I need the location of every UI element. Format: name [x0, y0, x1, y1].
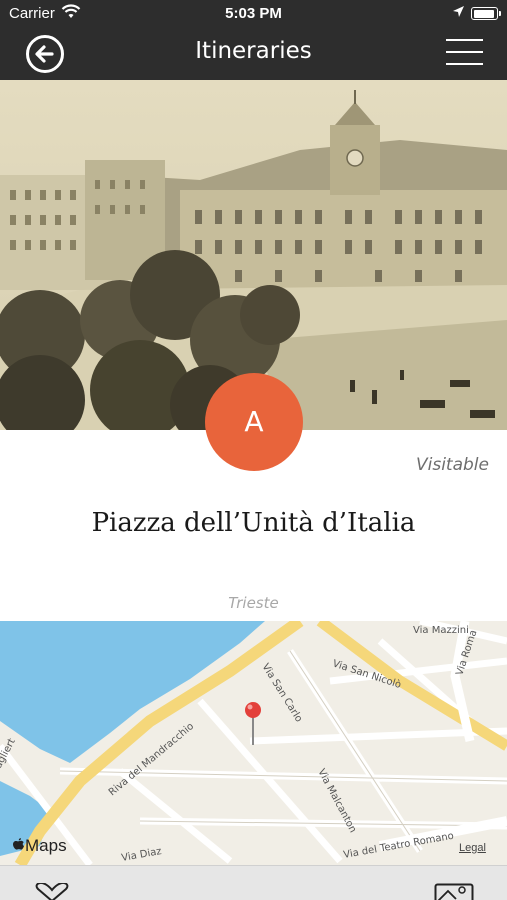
navigation-bar: Itineraries	[0, 28, 507, 80]
itinerary-stop-badge: A	[205, 373, 303, 471]
visit-status-label: Visitable	[416, 455, 489, 475]
clock-time: 5:03 PM	[225, 5, 282, 22]
apple-maps-logo: Maps	[12, 836, 67, 856]
hamburger-menu-icon	[446, 39, 483, 41]
image-gallery-icon	[434, 883, 474, 900]
status-bar: Carrier 5:03 PM	[0, 0, 507, 28]
favorite-button[interactable]	[33, 881, 71, 900]
heart-icon	[35, 881, 69, 900]
bottom-toolbar	[0, 865, 507, 900]
city-label: Trieste	[228, 594, 279, 612]
gallery-button[interactable]	[434, 883, 474, 900]
battery-icon	[471, 7, 501, 20]
map-legal-link[interactable]: Legal	[459, 842, 486, 854]
page-title: Itineraries	[195, 38, 312, 64]
location-arrow-icon	[452, 5, 465, 22]
svg-text:Via Mazzini: Via Mazzini	[413, 625, 469, 636]
apple-logo-icon	[13, 838, 24, 850]
menu-button[interactable]	[446, 37, 483, 67]
location-map[interactable]: Via Mazzini Via San Nicolò Via Roma Via …	[0, 621, 507, 865]
place-title: Piazza dell’Unità d’Italia	[91, 508, 416, 538]
maps-provider-label: Maps	[25, 836, 67, 855]
